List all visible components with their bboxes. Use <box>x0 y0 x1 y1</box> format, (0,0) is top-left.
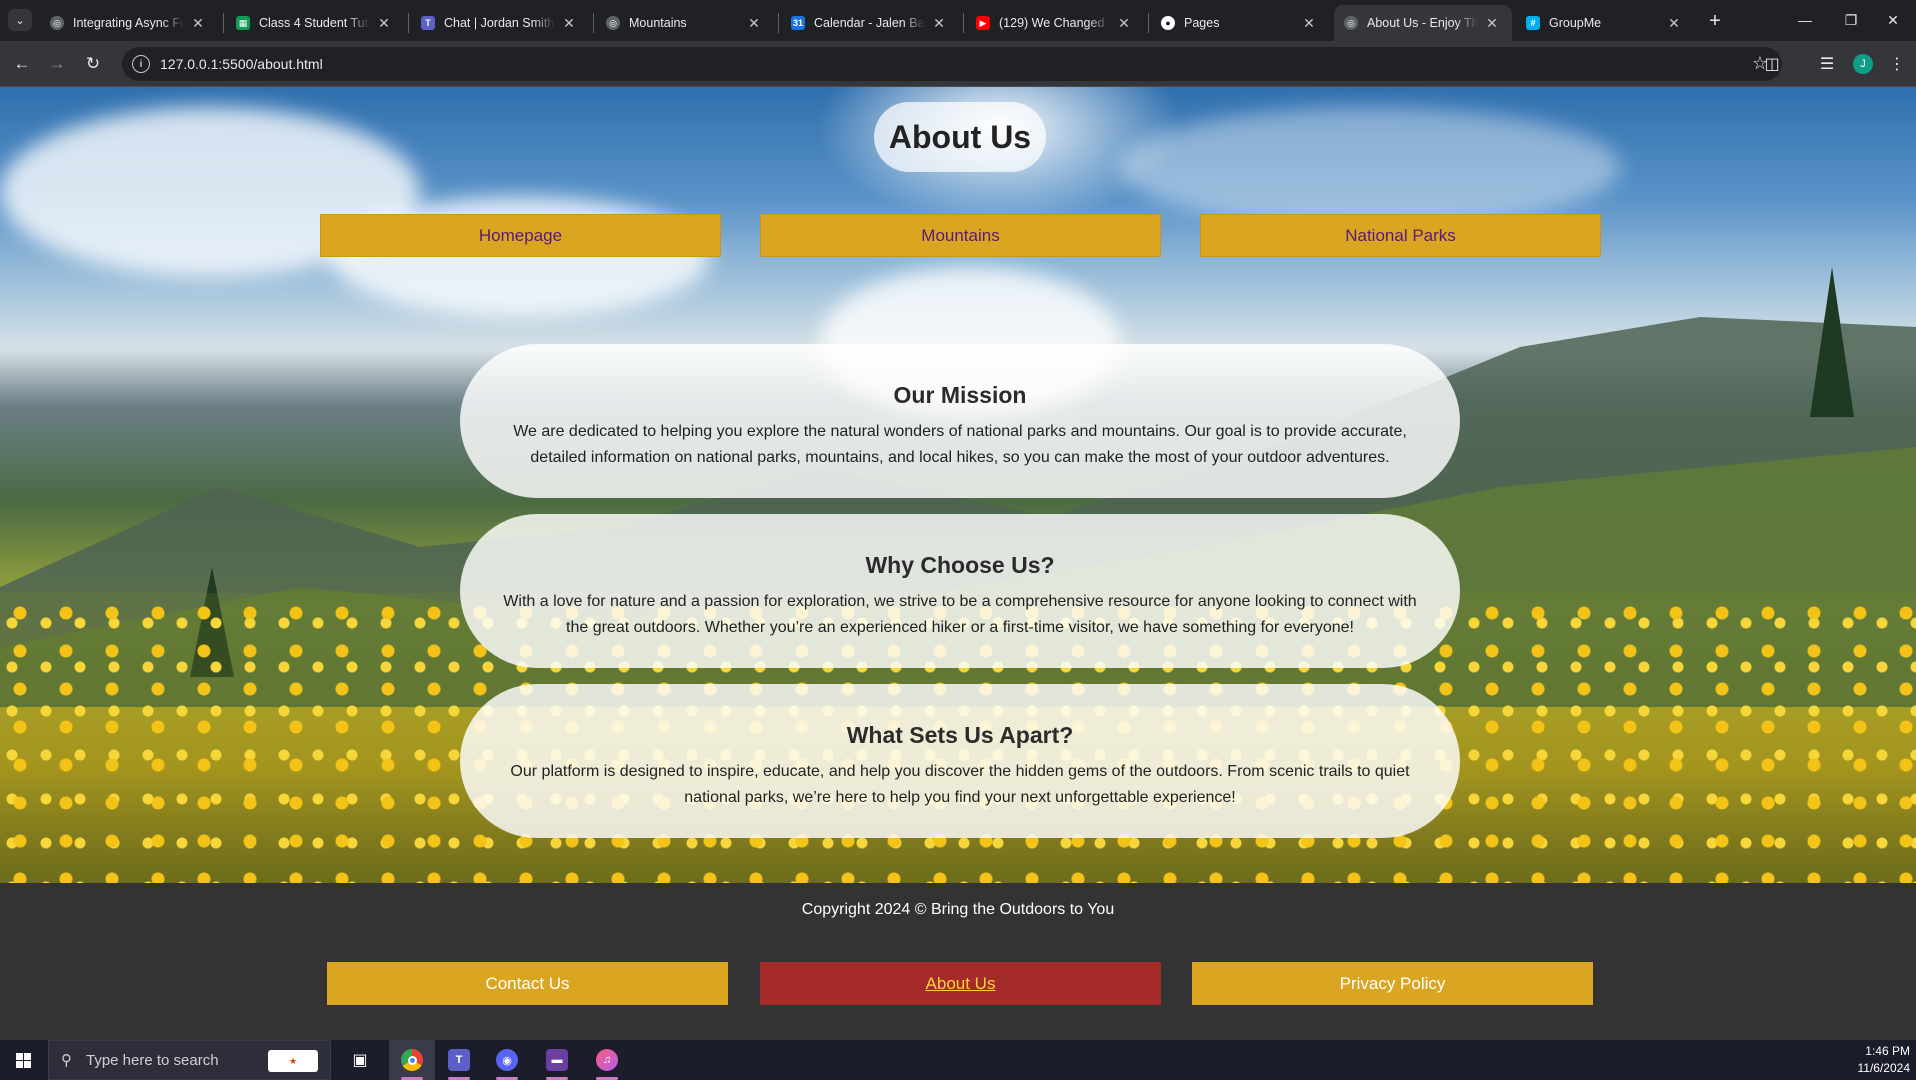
close-tab-icon[interactable]: ✕ <box>376 15 392 32</box>
section-text: With a love for nature and a passion for… <box>503 593 1417 636</box>
windows-taskbar: ⚲ Type here to search ★ ▣ T ◉ ▬ ♫ 1:46 P… <box>0 1040 1916 1080</box>
search-highlight-widget-icon[interactable]: ★ <box>268 1050 318 1072</box>
pine-tree <box>1810 267 1854 417</box>
nav-national-parks-button[interactable]: National Parks <box>1200 214 1601 257</box>
tab-divider <box>223 13 224 33</box>
browser-tab-strip: ⌄ ◎ Integrating Async Fun ✕ ▦ Class 4 St… <box>0 0 1916 41</box>
windows-start-icon[interactable] <box>0 1040 46 1080</box>
site-info-icon[interactable]: i <box>132 55 150 73</box>
globe-icon: ◎ <box>50 16 64 30</box>
chrome-menu-kebab-icon[interactable]: ⋮ <box>1886 53 1908 75</box>
mission-card: Our Mission We are dedicated to helping … <box>460 344 1460 498</box>
close-tab-icon[interactable]: ✕ <box>1666 15 1682 32</box>
tab-divider <box>778 13 779 33</box>
browser-tab[interactable]: # GroupMe ✕ <box>1516 5 1694 41</box>
teams-taskbar-icon[interactable]: T <box>436 1040 482 1080</box>
teams-icon: T <box>421 16 435 30</box>
tab-search-chevron-icon[interactable]: ⌄ <box>8 9 32 31</box>
tab-title: Mountains <box>629 16 687 30</box>
tab-title: Calendar - Jalen Batt <box>814 16 925 30</box>
browser-tab[interactable]: ◎ Mountains ✕ <box>596 5 774 41</box>
clock-time: 1:46 PM <box>1865 1044 1910 1058</box>
site-footer: Copyright 2024 © Bring the Outdoors to Y… <box>0 883 1916 1040</box>
github-icon: ● <box>1161 16 1175 30</box>
url-text[interactable]: 127.0.0.1:5500/about.html <box>160 56 323 72</box>
why-choose-card: Why Choose Us? With a love for nature an… <box>460 514 1460 668</box>
back-arrow-icon[interactable]: ← <box>10 52 34 76</box>
browser-tab[interactable]: ▦ Class 4 Student Tutor ✕ <box>226 5 404 41</box>
tab-title: Class 4 Student Tutor <box>259 16 370 30</box>
browser-tab[interactable]: T Chat | Jordan Smith | ✕ <box>411 5 589 41</box>
tab-divider <box>408 13 409 33</box>
page-title: About Us <box>888 118 1032 155</box>
calendar-icon: 31 <box>791 16 805 30</box>
close-tab-icon[interactable]: ✕ <box>1484 15 1500 32</box>
close-tab-icon[interactable]: ✕ <box>746 15 762 32</box>
section-heading: Why Choose Us? <box>865 552 1055 578</box>
close-tab-icon[interactable]: ✕ <box>561 15 577 32</box>
browser-toolbar: ← → ↻ i 127.0.0.1:5500/about.html ☆ ◫ ☰ … <box>0 41 1916 87</box>
browser-tab[interactable]: ◎ Integrating Async Fun ✕ <box>40 5 218 41</box>
app-taskbar-icon[interactable]: ▬ <box>534 1040 580 1080</box>
close-tab-icon[interactable]: ✕ <box>1301 15 1317 32</box>
task-view-icon[interactable]: ▣ <box>337 1040 383 1080</box>
clock-date: 11/6/2024 <box>1857 1061 1911 1075</box>
tab-title: About Us - Enjoy The <box>1367 16 1478 30</box>
copyright-text: Copyright 2024 © Bring the Outdoors to Y… <box>801 901 1115 918</box>
footer-contact-us-link[interactable]: Contact Us <box>327 962 728 1005</box>
section-text: We are dedicated to helping you explore … <box>513 423 1407 466</box>
music-taskbar-icon[interactable]: ♫ <box>584 1040 630 1080</box>
sheets-icon: ▦ <box>236 16 250 30</box>
tab-divider <box>963 13 964 33</box>
browser-tab[interactable]: ● Pages ✕ <box>1151 5 1329 41</box>
close-tab-icon[interactable]: ✕ <box>190 15 206 32</box>
close-window-icon[interactable]: ✕ <box>1870 0 1916 40</box>
taskbar-search-box[interactable]: ⚲ Type here to search ★ <box>48 1040 331 1080</box>
globe-icon: ◎ <box>606 16 620 30</box>
sets-apart-card: What Sets Us Apart? Our platform is desi… <box>460 684 1460 838</box>
reload-icon[interactable]: ↻ <box>81 52 105 76</box>
search-placeholder: Type here to search <box>86 1051 219 1069</box>
tab-divider <box>1148 13 1149 33</box>
groupme-icon: # <box>1526 16 1540 30</box>
footer-privacy-policy-link[interactable]: Privacy Policy <box>1192 962 1593 1005</box>
globe-icon: ◎ <box>1344 16 1358 30</box>
discord-taskbar-icon[interactable]: ◉ <box>484 1040 530 1080</box>
section-text: Our platform is designed to inspire, edu… <box>510 763 1410 806</box>
nav-homepage-button[interactable]: Homepage <box>320 214 721 257</box>
close-tab-icon[interactable]: ✕ <box>1116 15 1132 32</box>
tab-title: GroupMe <box>1549 16 1602 30</box>
profile-avatar[interactable]: J <box>1853 54 1873 74</box>
page-viewport: About Us Homepage Mountains National Par… <box>0 87 1916 1040</box>
section-heading: Our Mission <box>893 382 1027 408</box>
cloud <box>1120 107 1620 227</box>
tab-title: Chat | Jordan Smith | <box>444 16 555 30</box>
new-tab-plus-icon[interactable]: + <box>1703 9 1727 33</box>
media-control-icon[interactable]: ☰ <box>1816 53 1838 75</box>
footer-about-us-link[interactable]: About Us <box>760 962 1161 1005</box>
forward-arrow-icon[interactable]: → <box>45 52 69 76</box>
minimize-icon[interactable]: — <box>1782 0 1828 40</box>
tab-title: Integrating Async Fun <box>73 16 184 30</box>
address-bar[interactable]: i 127.0.0.1:5500/about.html ☆ <box>122 47 1782 81</box>
page-title-pill: About Us <box>874 102 1046 172</box>
tab-divider <box>593 13 594 33</box>
extensions-puzzle-icon[interactable]: ◫ <box>1761 53 1783 75</box>
tab-title: (129) We Changed Le <box>999 16 1110 30</box>
search-icon: ⚲ <box>61 1052 72 1069</box>
close-tab-icon[interactable]: ✕ <box>931 15 947 32</box>
restore-icon[interactable]: ❐ <box>1828 0 1874 40</box>
nav-mountains-button[interactable]: Mountains <box>760 214 1161 257</box>
chrome-taskbar-icon[interactable] <box>389 1040 435 1080</box>
section-heading: What Sets Us Apart? <box>846 722 1074 748</box>
browser-tab[interactable]: 31 Calendar - Jalen Batt ✕ <box>781 5 959 41</box>
youtube-icon: ▶ <box>976 16 990 30</box>
browser-tab[interactable]: ▶ (129) We Changed Le ✕ <box>966 5 1144 41</box>
tab-title: Pages <box>1184 16 1220 30</box>
browser-tab-active[interactable]: ◎ About Us - Enjoy The ✕ <box>1334 5 1512 41</box>
system-clock[interactable]: 1:46 PM 11/6/2024 <box>1858 1043 1911 1077</box>
